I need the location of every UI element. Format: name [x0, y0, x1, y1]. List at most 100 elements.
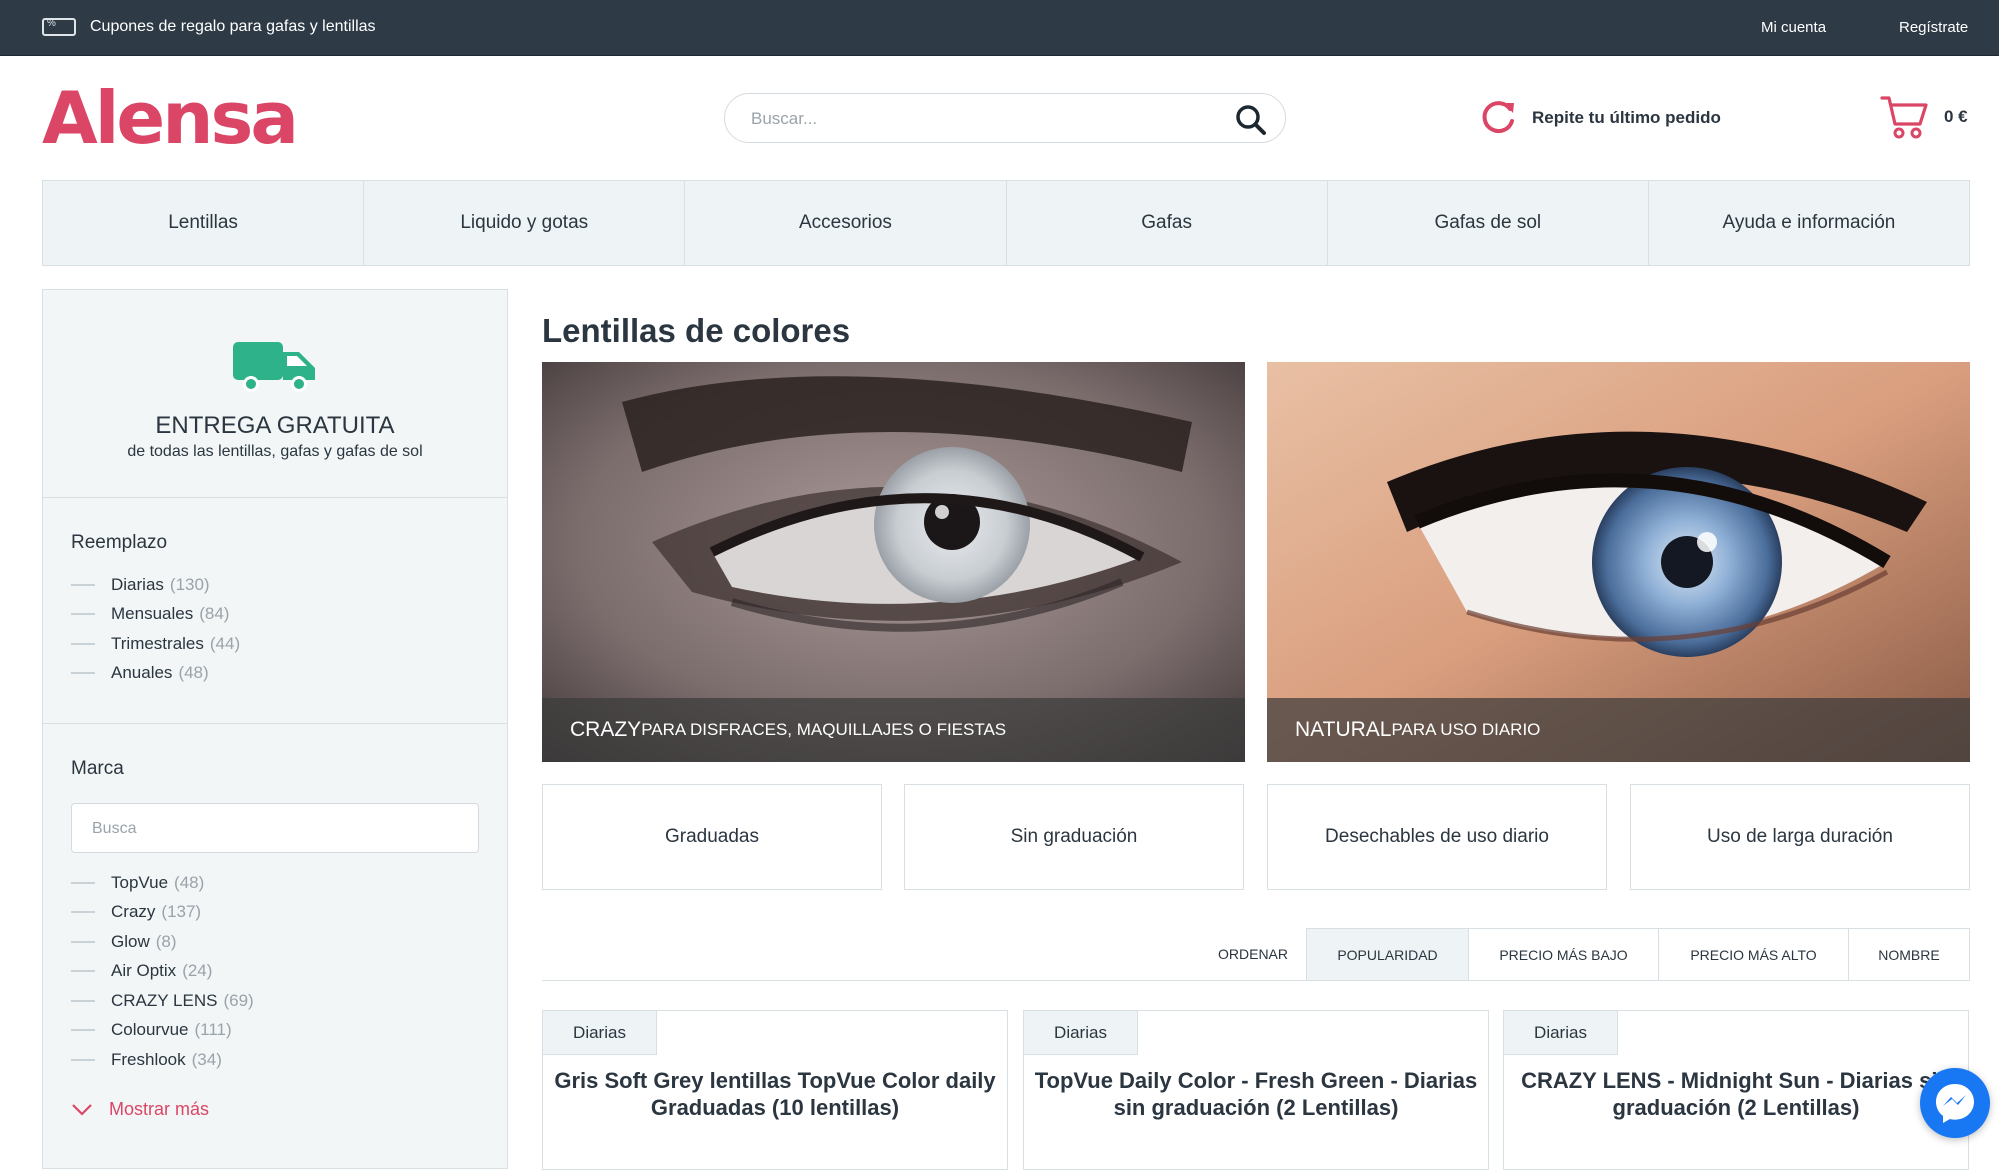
product-card[interactable]: Diarias Gris Soft Grey lentillas TopVue …	[542, 1010, 1008, 1170]
register-link[interactable]: Regístrate	[1899, 19, 1968, 36]
option-label: TopVue	[111, 872, 169, 892]
banner-crazy-title: CRAZY	[570, 718, 642, 741]
filter-option-topvue[interactable]: TopVue (48)	[71, 868, 254, 898]
category-larga-duracion[interactable]: Uso de larga duración	[1630, 784, 1970, 890]
option-count: (130)	[169, 574, 210, 594]
filter-option-colourvue[interactable]: Colourvue (111)	[71, 1016, 254, 1046]
alensa-logo[interactable]: Alensa	[42, 82, 299, 154]
my-account-link[interactable]: Mi cuenta	[1761, 19, 1826, 36]
search-icon	[1236, 105, 1266, 135]
category-sin-graduacion[interactable]: Sin graduación	[904, 784, 1244, 890]
product-name[interactable]: Gris Soft Grey lentillas TopVue Color da…	[553, 1067, 997, 1121]
option-count: (69)	[223, 990, 254, 1010]
sort-bar: ORDENAR POPULARIDAD PRECIO MÁS BAJO PREC…	[542, 928, 1970, 981]
banner-crazy-subtitle: PARA DISFRACES, MAQUILLAJES O FIESTAS	[641, 720, 1007, 739]
sort-precio-alto-button[interactable]: PRECIO MÁS ALTO	[1658, 928, 1849, 981]
top-bar: Cupones de regalo para gafas y lentillas…	[0, 0, 1999, 56]
coupon-icon	[42, 18, 76, 36]
filter-option-mensuales[interactable]: Mensuales (84)	[71, 600, 240, 630]
option-count: (48)	[174, 872, 205, 892]
messenger-icon	[1936, 1084, 1974, 1123]
filter-option-anuales[interactable]: Anuales (48)	[71, 659, 240, 689]
product-name[interactable]: CRAZY LENS - Midnight Sun - Diarias sin …	[1514, 1067, 1958, 1121]
show-more-brands[interactable]: Mostrar más	[71, 1099, 209, 1120]
product-tag: Diarias	[543, 1011, 657, 1055]
filter-option-trimestrales[interactable]: Trimestrales (44)	[71, 629, 240, 659]
gift-coupons-link[interactable]: Cupones de regalo para gafas y lentillas	[42, 18, 376, 36]
brand-search-box	[71, 803, 479, 853]
nav-item-accesorios[interactable]: Accesorios	[685, 181, 1007, 265]
sort-nombre-button[interactable]: NOMBRE	[1848, 928, 1970, 981]
option-count: (111)	[194, 1020, 232, 1040]
category-graduadas[interactable]: Graduadas	[542, 784, 882, 890]
search-input[interactable]	[751, 106, 1191, 132]
product-tag: Diarias	[1024, 1011, 1138, 1055]
reorder-link[interactable]: Repite tu último pedido	[1480, 99, 1721, 137]
dash-marker	[71, 672, 95, 675]
sort-precio-bajo-button[interactable]: PRECIO MÁS BAJO	[1468, 928, 1659, 981]
main-nav: Lentillas Liquido y gotas Accesorios Gaf…	[42, 180, 1970, 266]
messenger-chat-button[interactable]	[1920, 1068, 1990, 1138]
brand-options: TopVue (48) Crazy (137) Glow (8) Air Optix(…	[71, 868, 254, 1075]
option-count: (34)	[191, 1049, 222, 1069]
brand-filter-title: Marca	[71, 758, 124, 779]
brand-search-input[interactable]	[92, 817, 452, 841]
filter-option-air-optix[interactable]: Air Optix (24)	[71, 957, 254, 987]
banner-natural[interactable]: NATURAL PARA USO DIARIO	[1267, 362, 1970, 762]
filter-option-crazy-lens[interactable]: CRAZY LENS (69)	[71, 986, 254, 1016]
reorder-label: Repite tu último pedido	[1532, 108, 1721, 127]
option-label: Air Optix	[111, 961, 177, 981]
dash-marker	[71, 613, 95, 616]
banner-crazy[interactable]: CRAZY PARA DISFRACES, MAQUILLAJES O FIEST…	[542, 362, 1245, 762]
delivery-truck-icon	[233, 342, 315, 392]
option-label: Anuales	[111, 663, 173, 683]
option-count: (8)	[155, 931, 177, 951]
free-delivery-subtitle: de todas las lentillas, gafas y gafas de…	[127, 443, 423, 460]
filter-option-crazy[interactable]: Crazy (137)	[71, 898, 254, 928]
option-label: Crazy	[111, 902, 156, 922]
nav-item-liquido[interactable]: Liquido y gotas	[364, 181, 686, 265]
dash-marker	[71, 999, 95, 1002]
option-label: Glow	[111, 931, 150, 951]
search-button[interactable]	[1235, 104, 1267, 136]
banner-crazy-caption: CRAZY PARA DISFRACES, MAQUILLAJES O FIEST…	[542, 698, 1245, 762]
option-count: (24)	[182, 961, 213, 981]
nav-item-gafas[interactable]: Gafas	[1007, 181, 1328, 265]
refresh-icon	[1482, 101, 1514, 134]
dash-marker	[71, 583, 95, 586]
sort-popularidad-button[interactable]: POPULARIDAD	[1306, 928, 1469, 981]
product-name[interactable]: TopVue Daily Color - Fresh Green - Diari…	[1034, 1067, 1478, 1121]
dash-marker	[71, 881, 95, 884]
product-card[interactable]: Diarias CRAZY LENS - Midnight Sun - Diar…	[1503, 1010, 1969, 1170]
cart-total: 0 €	[1944, 107, 1968, 126]
cart-icon	[1880, 96, 1928, 139]
filter-option-freshlook[interactable]: Freshlook (34)	[71, 1045, 254, 1075]
chevron-down-icon	[72, 1103, 92, 1116]
banner-natural-subtitle: PARA USO DIARIO	[1391, 720, 1541, 739]
nav-item-ayuda[interactable]: Ayuda e información	[1649, 181, 1969, 265]
cart-button[interactable]: 0 €	[1880, 94, 1968, 140]
replacement-options: Diarias (130) Mensuales (84) Trimestrales(…	[71, 570, 240, 688]
replacement-filter-title: Reemplazo	[71, 532, 168, 553]
search-bar	[724, 93, 1286, 143]
option-count: (48)	[178, 663, 209, 683]
filter-option-diarias[interactable]: Diarias (130)	[71, 570, 240, 600]
dash-marker	[71, 1058, 95, 1061]
dash-marker	[71, 940, 95, 943]
option-label: Diarias	[111, 574, 164, 594]
filter-option-glow[interactable]: Glow (8)	[71, 927, 254, 957]
banner-natural-caption: NATURAL PARA USO DIARIO	[1267, 698, 1970, 762]
nav-item-lentillas[interactable]: Lentillas	[43, 181, 365, 265]
product-card[interactable]: Diarias TopVue Daily Color - Fresh Green…	[1023, 1010, 1489, 1170]
replacement-filter: Reemplazo Diarias (130) Mensuales (84) Tri…	[43, 498, 507, 724]
option-label: CRAZY LENS	[111, 990, 218, 1010]
option-count: (84)	[199, 604, 230, 624]
option-label: Mensuales	[111, 604, 194, 624]
category-desechables[interactable]: Desechables de uso diario	[1267, 784, 1607, 890]
dash-marker	[71, 970, 95, 973]
option-label: Colourvue	[111, 1020, 189, 1040]
nav-item-gafas-de-sol[interactable]: Gafas de sol	[1328, 181, 1649, 265]
show-more-label: Mostrar más	[109, 1099, 210, 1119]
free-delivery-box: ENTREGA GRATUITA de todas las lentillas,…	[43, 290, 507, 498]
banner-natural-title: NATURAL	[1295, 718, 1392, 741]
